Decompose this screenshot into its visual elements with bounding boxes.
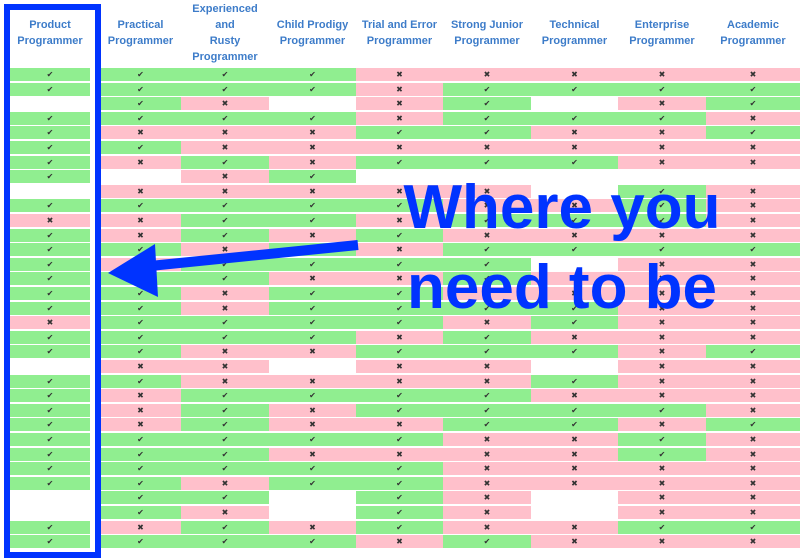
arrow-head [108, 244, 158, 297]
arrow-shaft [139, 240, 359, 272]
annotation-text: Where you need to be [372, 168, 752, 328]
annotation-line-2: need to be [406, 253, 718, 322]
annotation-line-1: Where you [403, 173, 721, 242]
